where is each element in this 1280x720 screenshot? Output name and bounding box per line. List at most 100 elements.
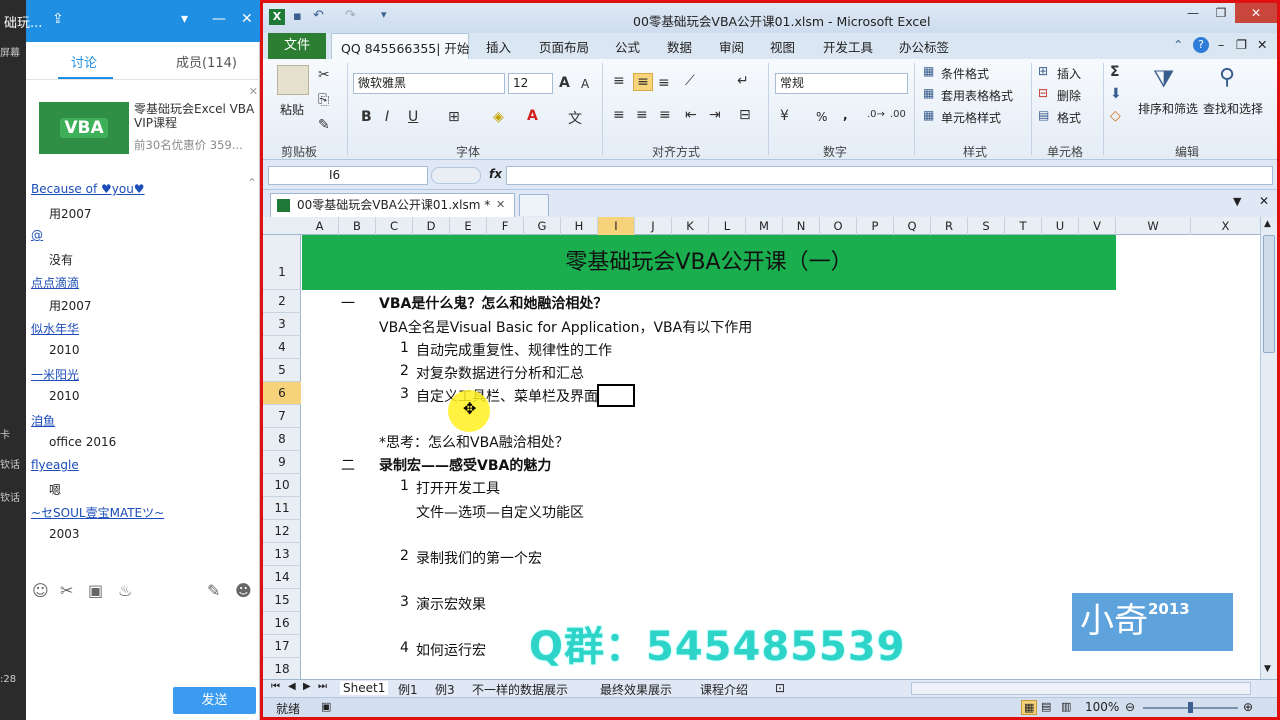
strip-item[interactable]: 屏幕 [0, 44, 26, 59]
cell-text[interactable]: 打开开发工具 [416, 478, 500, 498]
column-header[interactable]: M [746, 217, 783, 235]
selected-cell[interactable] [597, 384, 635, 407]
zoom-out-icon[interactable]: ⊖ [1125, 700, 1135, 714]
increase-indent-icon[interactable]: ⇥ [709, 107, 721, 123]
cell-number[interactable]: 3 [400, 594, 409, 610]
emoji-icon[interactable]: ☺ [32, 581, 49, 600]
fill-color-icon[interactable]: ◈ [493, 109, 504, 125]
column-header[interactable]: S [968, 217, 1005, 235]
add-member-icon[interactable]: ☻ [235, 581, 252, 600]
sheet-tab[interactable]: 最终效果展示 [600, 681, 672, 698]
cell-number[interactable]: 2 [400, 548, 409, 564]
sheet-tab[interactable]: 不一样的数据展示 [472, 681, 568, 698]
tab-review[interactable]: 审阅 [719, 37, 744, 56]
sender-name[interactable]: 一米阳光 [31, 366, 79, 383]
gift-icon[interactable]: ♨ [118, 581, 132, 600]
column-header[interactable]: N [783, 217, 820, 235]
worksheet-grid[interactable]: ABCDEFGHIJKLMNOPQRSTUVWX 1 2 3 4 5 6 7 8 9 10 11 12… [263, 217, 1260, 679]
save-icon[interactable]: ▪ [293, 9, 302, 24]
close-icon[interactable]: ✕ [249, 85, 258, 98]
prev-sheet-icon[interactable]: ◀ [288, 681, 296, 692]
row-header[interactable]: 12 [263, 520, 301, 543]
format-cells-button[interactable]: 格式 [1057, 109, 1081, 126]
formula-input[interactable] [506, 166, 1273, 185]
row-header[interactable]: 4 [263, 336, 301, 359]
table-format-icon[interactable]: ▦ [923, 86, 934, 100]
cut-icon[interactable]: ✂ [318, 67, 330, 83]
restore-icon[interactable]: ❐ [1236, 37, 1247, 52]
italic-icon[interactable]: I [385, 109, 389, 125]
course-ad[interactable]: VBA 零基础玩会Excel VBA VIP课程 前30名优惠价 359... … [32, 85, 259, 160]
format-as-table-button[interactable]: 套用表格格式 [941, 87, 1013, 104]
tab-discussion[interactable]: 讨论 [71, 52, 97, 71]
row-header[interactable]: 18 [263, 658, 301, 679]
cell-text[interactable]: 如何运行宏 [416, 640, 486, 660]
cell-text[interactable]: VBA全名是Visual Basic for Application，VBA有以… [379, 317, 752, 337]
strip-item[interactable]: 卡 [0, 426, 26, 441]
sender-name[interactable]: flyeagle [31, 458, 79, 472]
excel-app-icon[interactable]: X [269, 9, 285, 25]
decrease-decimal-icon[interactable]: .00 [890, 109, 906, 120]
binoculars-icon[interactable]: ⚲ [1219, 65, 1235, 90]
find-select-button[interactable]: 查找和选择 [1203, 100, 1263, 117]
format-cells-icon[interactable]: ▤ [1038, 108, 1049, 122]
collapse-icon[interactable]: ⌃ [247, 176, 257, 190]
row-header[interactable]: 6 [263, 382, 301, 405]
row-header[interactable]: 5 [263, 359, 301, 382]
close-icon[interactable]: ✕ [496, 194, 505, 216]
increase-decimal-icon[interactable]: .0→ [867, 109, 885, 120]
scissors-icon[interactable]: ✂ [60, 581, 73, 600]
sheet-tab-active[interactable]: Sheet1 [340, 681, 389, 695]
currency-icon[interactable]: ¥ [780, 108, 789, 124]
tab-file[interactable]: 文件 [268, 33, 326, 59]
cell-text[interactable]: 自定义工具栏、菜单栏及界面 [416, 386, 598, 406]
cell-section-marker[interactable]: 一 [341, 293, 355, 313]
column-header[interactable]: V [1079, 217, 1116, 235]
restore-button[interactable]: ❐ [1207, 3, 1235, 23]
row-header[interactable]: 13 [263, 543, 301, 566]
page-layout-view-icon[interactable]: ▤ [1041, 700, 1051, 713]
column-header[interactable]: D [413, 217, 450, 235]
sender-name[interactable]: 似水年华 [31, 320, 79, 337]
column-header[interactable]: G [524, 217, 561, 235]
column-header[interactable]: J [635, 217, 672, 235]
delete-cells-icon[interactable]: ⊟ [1038, 86, 1048, 100]
sender-name[interactable]: Because of ♥you♥ [31, 182, 145, 196]
close-icon[interactable]: ✕ [1257, 37, 1267, 52]
insert-cells-button[interactable]: 插入 [1057, 65, 1081, 82]
percent-button[interactable]: % [816, 110, 827, 124]
macro-record-icon[interactable]: ▣ [321, 700, 331, 713]
row-header[interactable]: 16 [263, 612, 301, 635]
paste-icon[interactable] [277, 65, 309, 95]
row-header[interactable]: 10 [263, 474, 301, 497]
column-header[interactable]: W [1116, 217, 1191, 235]
formula-splitter[interactable] [431, 167, 481, 184]
sheet-tab[interactable]: 例1 [398, 681, 418, 698]
column-header[interactable]: K [672, 217, 709, 235]
font-size-select[interactable]: 12 [508, 73, 553, 94]
shrink-font-icon[interactable]: A [581, 77, 589, 91]
tab-developer[interactable]: 开发工具 [823, 37, 873, 56]
close-icon[interactable]: ✕ [241, 11, 253, 27]
close-button[interactable]: ✕ [1235, 3, 1277, 23]
sort-filter-icon[interactable]: ⧩ [1153, 65, 1174, 93]
cell-text[interactable]: 文件—选项—自定义功能区 [416, 502, 584, 522]
minimize-icon[interactable]: – [1218, 37, 1224, 52]
tab-members[interactable]: 成员(114) [176, 52, 237, 71]
tab-page-layout[interactable]: 页面布局 [539, 37, 589, 56]
zoom-slider-thumb[interactable] [1188, 702, 1193, 713]
tab-insert[interactable]: 插入 [486, 37, 511, 56]
conditional-format-icon[interactable]: ▦ [923, 64, 934, 78]
column-header[interactable]: H [561, 217, 598, 235]
cell-number[interactable]: 1 [400, 478, 409, 494]
column-header[interactable]: Q [894, 217, 931, 235]
row-header[interactable]: 9 [263, 451, 301, 474]
undo-icon[interactable]: ↶ [313, 8, 324, 23]
title-banner[interactable]: 零基础玩会VBA公开课（一） [302, 235, 1116, 290]
redo-icon[interactable]: ↷ [345, 8, 356, 23]
merge-center-icon[interactable]: ⊟ [739, 107, 751, 123]
name-box[interactable]: I6 [268, 166, 428, 185]
column-header[interactable]: L [709, 217, 746, 235]
scroll-down-icon[interactable]: ▼ [1264, 664, 1271, 674]
ad-title[interactable]: 零基础玩会Excel VBA VIP课程 [134, 102, 259, 130]
